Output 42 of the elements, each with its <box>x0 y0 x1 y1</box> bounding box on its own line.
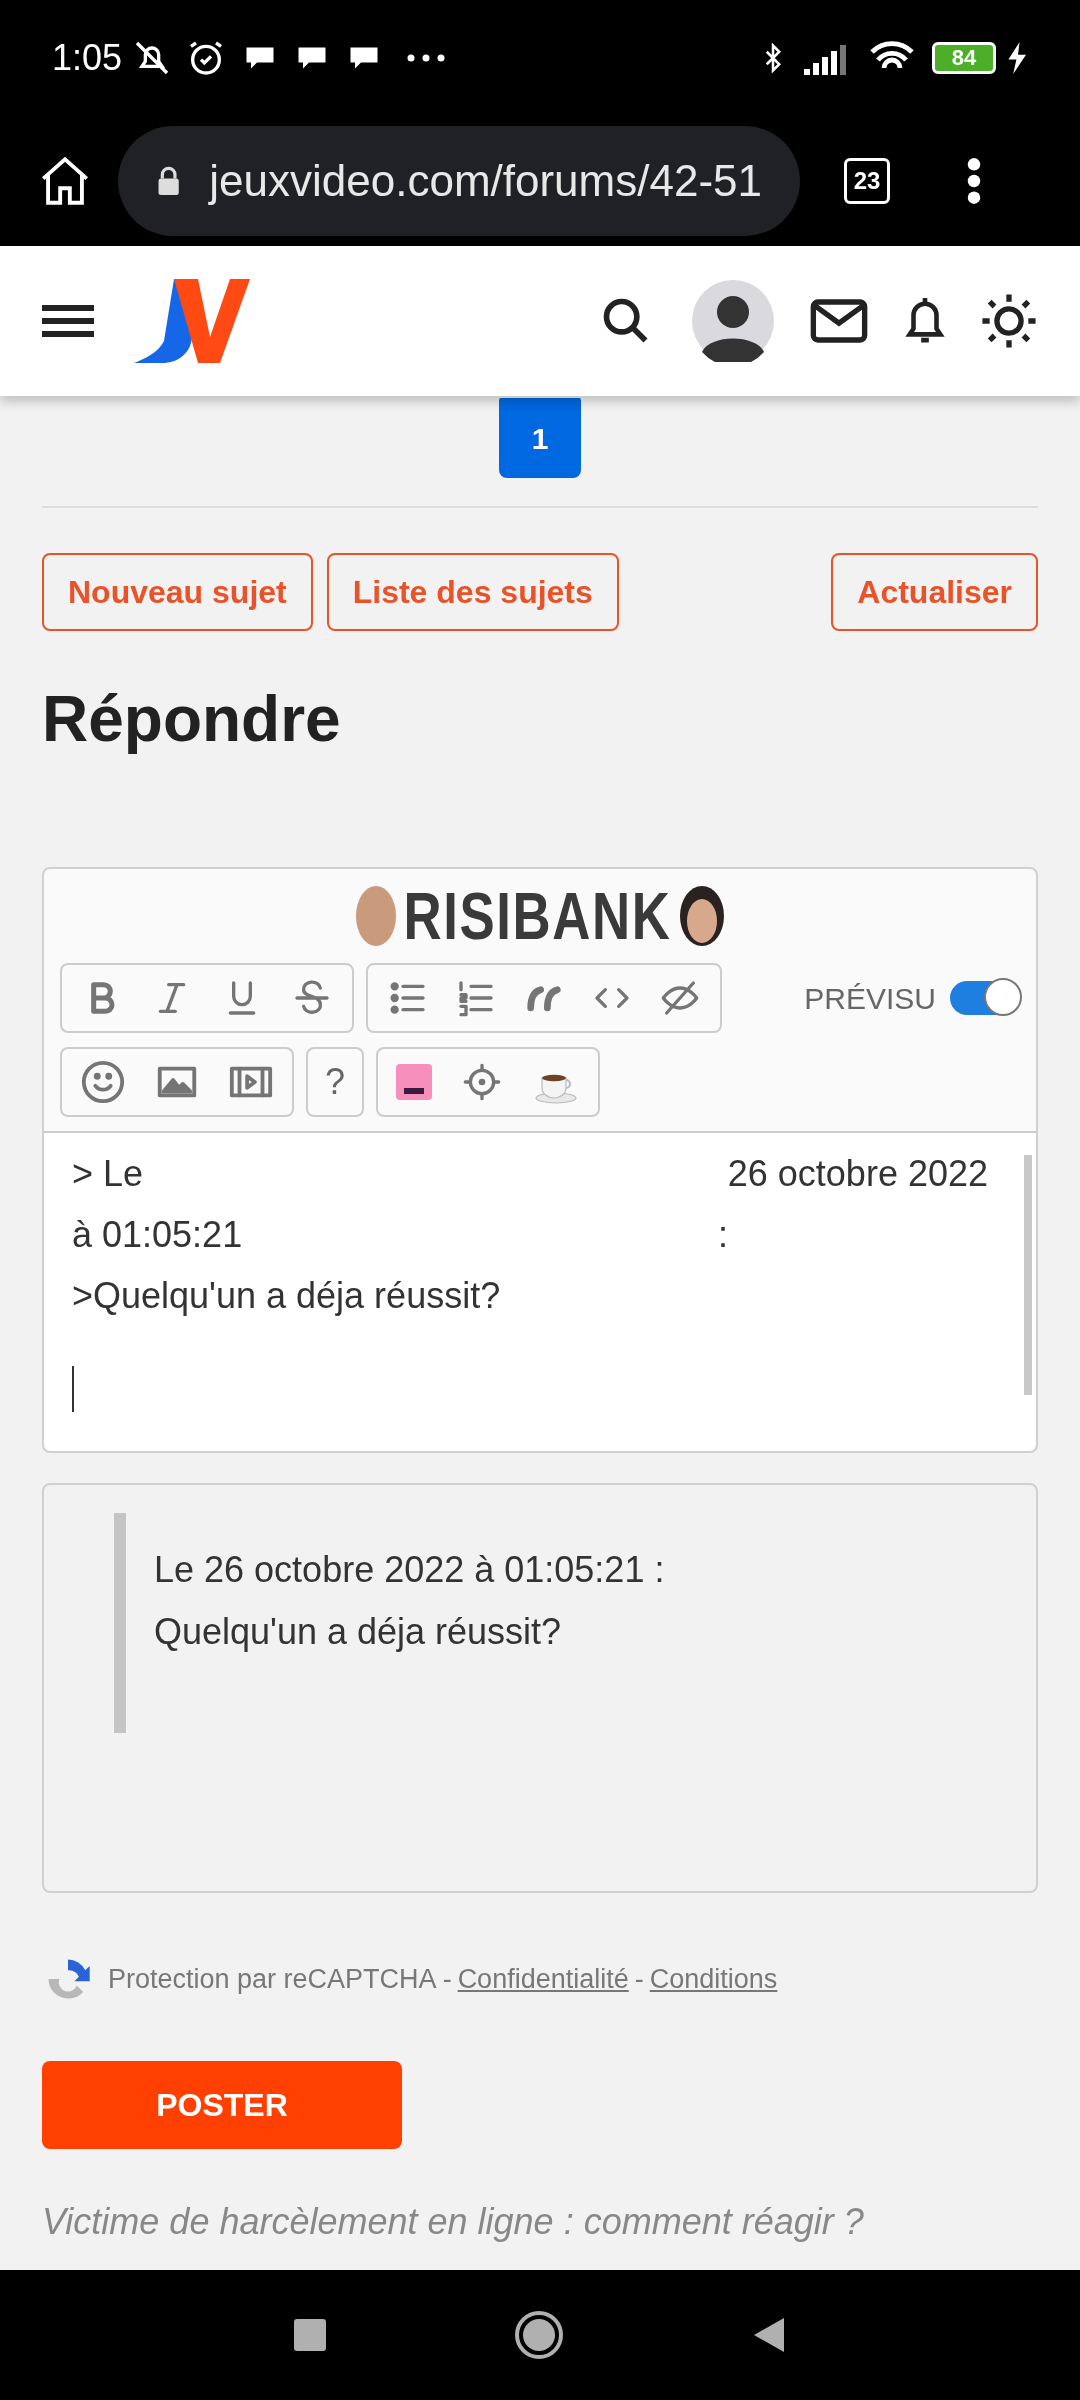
numbered-list-icon[interactable] <box>456 978 496 1018</box>
charging-icon <box>1008 41 1028 74</box>
textarea-line: à 01:05:21 <box>72 1213 243 1257</box>
textarea-line: >Quelqu'un a déja réussit? <box>72 1274 501 1318</box>
action-button[interactable]: Actualiser <box>831 553 1038 631</box>
recaptcha-text: Protection par reCAPTCHA - <box>108 1962 452 1996</box>
battery-indicator: 84 <box>932 41 996 74</box>
page-button[interactable]: 1 <box>499 398 581 478</box>
quote-line: Le 26 octobre 2022 à 01:05:21 : <box>154 1548 665 1592</box>
url-text: jeuxvideo.com/forums/42-51 <box>209 154 762 207</box>
reply-textarea[interactable]: > Le 26 octobre 2022 à 01:05:21 : >Quelqu'un a déja réussit? <box>44 1131 1036 1451</box>
smiley-icon[interactable] <box>80 1059 126 1105</box>
action-button[interactable]: Liste des sujets <box>326 553 619 631</box>
page-title: Répondre <box>42 682 342 757</box>
preview-toggle[interactable] <box>950 981 1020 1015</box>
clock: 1:05 <box>52 35 123 80</box>
text-cursor <box>72 1366 74 1412</box>
address-bar[interactable]: jeuxvideo.com/forums/42-51 <box>118 125 800 236</box>
brand-logo[interactable]: RISIBANK <box>404 883 672 949</box>
avatar[interactable] <box>692 280 774 362</box>
hidden-icon[interactable] <box>660 978 700 1018</box>
help-button[interactable]: ? <box>306 1047 364 1117</box>
privacy-link[interactable]: Confidentialité <box>457 1958 629 2000</box>
terms-link[interactable]: Conditions <box>649 1958 778 2000</box>
sticker-icon[interactable] <box>396 1064 432 1100</box>
mail-icon[interactable] <box>810 298 868 344</box>
textarea-line: : <box>718 1213 728 1257</box>
tab-count-button[interactable]: 23 <box>844 157 890 204</box>
target-icon[interactable] <box>462 1062 502 1102</box>
more-icon <box>406 52 447 63</box>
back-button[interactable] <box>752 2316 786 2354</box>
textarea-line: 26 octobre 2022 <box>727 1152 988 1196</box>
textarea-line: > Le <box>72 1152 144 1196</box>
submit-button[interactable]: POSTER <box>42 2061 402 2149</box>
quote-line: Quelqu'un a déja réussit? <box>154 1610 562 1654</box>
preview-label: PRÉVISU <box>804 980 936 1017</box>
logo[interactable] <box>134 279 250 363</box>
action-button[interactable]: Nouveau sujet <box>42 553 313 631</box>
separator-text: - <box>634 1962 644 1996</box>
help-link[interactable]: Victime de harcèlement en ligne : comment réagir ? <box>42 2195 1038 2249</box>
home-button[interactable] <box>514 2310 564 2360</box>
brightness-icon[interactable] <box>980 292 1038 350</box>
